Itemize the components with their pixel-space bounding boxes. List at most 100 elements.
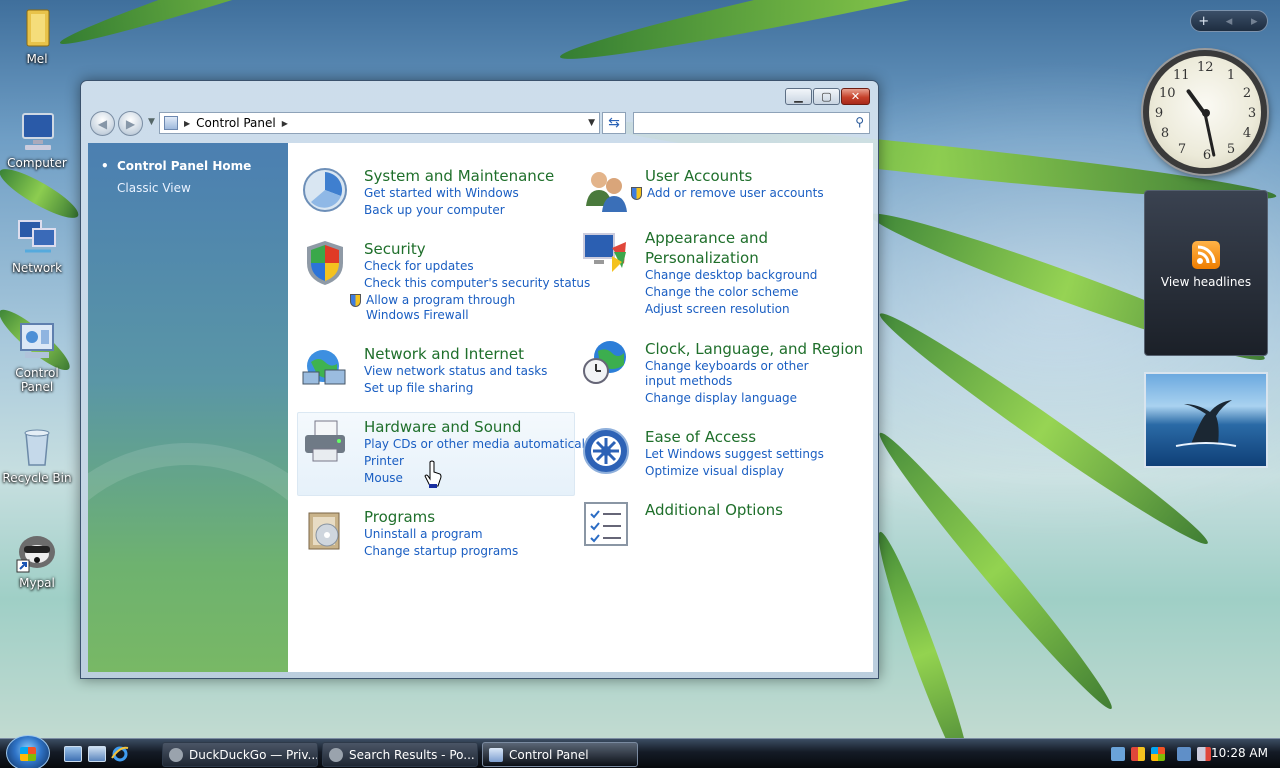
search-input[interactable] [634,113,844,133]
category-link[interactable]: Add or remove user accounts [631,186,824,201]
category-link[interactable]: Adjust screen resolution [645,302,790,317]
category-link[interactable]: Check this computer's security status [364,276,590,291]
desktop-icon-label: Computer [7,156,67,170]
search-icon[interactable]: ⚲ [855,115,864,129]
category-title[interactable]: Additional Options [645,500,783,520]
search-box[interactable]: ⚲ [633,112,870,134]
clock-number: 9 [1154,106,1164,121]
clock-center [1202,109,1210,117]
task-label: DuckDuckGo — Priv... [189,747,318,762]
category-link[interactable]: Back up your computer [364,203,505,218]
category-link[interactable]: Optimize visual display [645,464,784,479]
tray-security-shield-icon[interactable] [1131,747,1145,761]
task-label: Control Panel [509,747,589,762]
desktop-icon-network[interactable]: Network [0,215,74,275]
clock-globe-icon [582,339,630,387]
raccoon-icon [329,747,343,762]
previous-gadgets-button[interactable]: ◂ [1216,14,1241,29]
category-title[interactable]: Appearance and Personalization [645,228,795,268]
add-remove-accounts-label[interactable]: Add or remove user accounts [647,186,824,200]
category-link[interactable]: Printer [364,454,404,469]
category-link[interactable]: View network status and tasks [364,364,547,379]
raccoon-icon [169,747,183,762]
ease-of-access-icon [582,427,630,475]
control-panel-icon [164,116,178,130]
categories-area: System and Maintenance Get started with … [288,143,873,672]
category-title[interactable]: Programs [364,507,435,527]
back-button[interactable]: ◀ [90,111,115,136]
category-link[interactable]: Change display language [645,391,797,406]
category-link[interactable]: Set up file sharing [364,381,473,396]
desktop-icon-mel[interactable]: Mel [0,6,74,66]
category-link[interactable]: Get started with Windows [364,186,519,201]
control-panel-home-link[interactable]: Control Panel Home [101,159,251,173]
whale-tail-image [1175,400,1237,447]
feed-headlines-gadget[interactable]: View headlines [1144,190,1268,356]
appearance-icon [582,228,630,276]
slideshow-gadget[interactable] [1144,372,1268,468]
tray-network-icon[interactable] [1111,747,1125,761]
category-link[interactable]: Change desktop background [645,268,817,283]
category-title[interactable]: Hardware and Sound [364,417,521,437]
desktop-icon-computer[interactable]: Computer [0,110,74,170]
category-link[interactable]: Change startup programs [364,544,518,559]
next-gadgets-button[interactable]: ▸ [1242,14,1267,29]
desktop-icon-recycle-bin[interactable]: Recycle Bin [0,425,74,485]
address-bar[interactable]: ▶ Control Panel ▶ ▼ [159,112,600,134]
clock-number: 1 [1226,68,1236,83]
taskbar-clock[interactable]: 10:28 AM [1211,746,1268,760]
category-link[interactable]: Let Windows suggest settings [645,447,824,462]
control-panel-icon [15,320,59,364]
network-internet-icon [301,344,349,392]
category-link[interactable]: Allow a program through Windows Firewall [350,293,560,323]
clock-gadget[interactable]: 12 1 2 3 4 5 6 7 8 9 10 11 [1143,50,1267,174]
firewall-link-label[interactable]: Allow a program through Windows Firewall [366,293,515,322]
category-link[interactable]: Mouse [364,471,403,486]
maximize-button[interactable]: ▢ [813,88,840,105]
desktop-icon-label: Network [11,261,63,275]
category-title[interactable]: Clock, Language, and Region [645,339,863,359]
desktop-icon-mypal[interactable]: Mypal [0,530,74,590]
decorative-swoosh [88,443,288,672]
category-link[interactable]: Change the color scheme [645,285,799,300]
category-link[interactable]: Uninstall a program [364,527,483,542]
recent-pages-dropdown[interactable]: ▼ [148,117,155,127]
category-link[interactable]: Change keyboards or other input methods [645,359,835,389]
tray-display-icon[interactable] [1177,747,1191,761]
breadcrumb-separator-icon[interactable]: ▶ [282,119,288,128]
start-button[interactable] [6,735,50,768]
forward-button[interactable]: ▶ [118,111,143,136]
category-title[interactable]: Network and Internet [364,344,524,364]
clock-number: 10 [1159,86,1176,101]
breadcrumb-separator-icon[interactable]: ▶ [184,119,190,128]
taskbar-item-duckduckgo[interactable]: DuckDuckGo — Priv... [162,742,318,767]
hand-cursor-icon [424,460,442,488]
category-title[interactable]: Ease of Access [645,427,756,447]
task-pane: Control Panel Home Classic View [88,143,288,672]
internet-explorer-icon[interactable] [111,746,129,762]
desktop-icon-control-panel[interactable]: Control Panel [0,320,74,394]
close-button[interactable]: ✕ [841,88,870,105]
category-link[interactable]: Play CDs or other media automatically [364,437,595,452]
show-desktop-icon[interactable] [64,746,82,762]
clock-number: 12 [1197,60,1214,75]
breadcrumb-control-panel[interactable]: Control Panel [196,116,276,130]
taskbar-item-control-panel[interactable]: Control Panel [482,742,638,767]
desktop-icon-label: Recycle Bin [2,471,72,485]
minimize-button[interactable]: ▁ [785,88,812,105]
category-title[interactable]: System and Maintenance [364,166,554,186]
add-gadget-button[interactable]: + [1191,14,1216,29]
switch-windows-icon[interactable] [88,746,106,762]
taskbar-item-search-results[interactable]: Search Results - Po... [322,742,478,767]
desktop-icon-label: Control Panel [15,366,59,394]
refresh-button[interactable]: ⇆ [602,112,626,134]
category-title[interactable]: User Accounts [645,166,752,186]
task-label: Search Results - Po... [349,747,475,762]
control-panel-window: ▁ ▢ ✕ ◀ ▶ ▼ ▶ Control Panel ▶ ▼ ⇆ ⚲ Cont… [80,80,879,679]
tray-windows-icon[interactable] [1151,747,1165,761]
category-link[interactable]: Check for updates [364,259,474,274]
tray-volume-muted-icon[interactable] [1197,747,1211,761]
address-dropdown-icon[interactable]: ▼ [588,118,595,128]
category-title[interactable]: Security [364,239,426,259]
classic-view-link[interactable]: Classic View [117,181,191,195]
